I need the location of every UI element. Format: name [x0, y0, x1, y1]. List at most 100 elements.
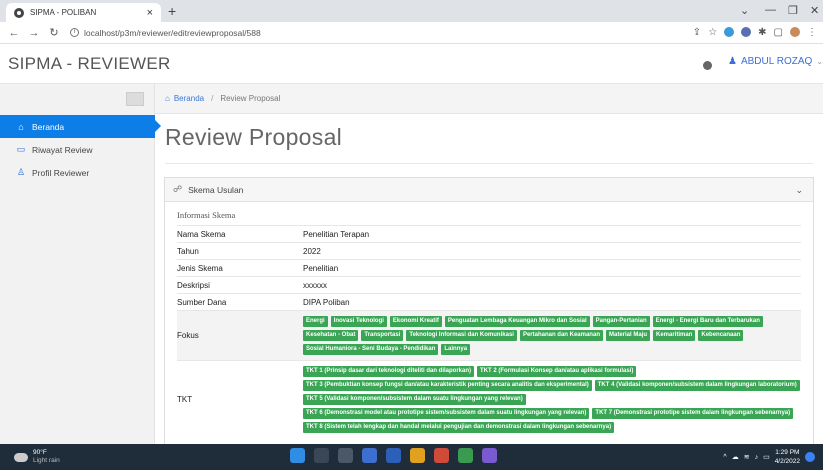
- sidebar-item-profil-reviewer[interactable]: ♙ Profil Reviewer: [0, 161, 155, 184]
- wifi-icon[interactable]: ≋: [744, 453, 750, 461]
- tkt-badge: TKT 4 (Validasi komponen/subsistem dalam…: [594, 380, 800, 391]
- fokus-badge: Ekonomi Kreatif: [389, 316, 442, 327]
- weather-temp: 90°F: [33, 449, 47, 456]
- profile-avatar-icon[interactable]: [790, 27, 800, 37]
- row-value: DIPA Poliban: [303, 293, 801, 311]
- puzzle-icon[interactable]: ✱: [758, 27, 766, 38]
- table-row: Deskripsi xxxxxx: [177, 276, 801, 294]
- row-label: TKT: [177, 360, 303, 438]
- search-icon[interactable]: [314, 448, 329, 463]
- weather-widget[interactable]: 90°F Light rain: [14, 449, 60, 465]
- card-title: Skema Usulan: [188, 184, 244, 195]
- minimize-button[interactable]: —: [765, 4, 776, 16]
- app-icon[interactable]: [434, 448, 449, 463]
- url-field[interactable]: i localhost/p3m/reviewer/editreviewpropo…: [70, 28, 261, 38]
- fokus-badge: Kesehatan - Obat: [303, 330, 359, 341]
- sidebar-item-riwayat-review[interactable]: ▭ Riwayat Review: [0, 138, 155, 161]
- tkt-badge: TKT 1 (Prinsip dasar dari teknologi dite…: [303, 366, 475, 377]
- tkt-badge: TKT 7 (Demonstrasi prototipe sistem dala…: [592, 408, 794, 419]
- task-view-icon[interactable]: [338, 448, 353, 463]
- sidebar-item-label: Beranda: [32, 121, 65, 132]
- back-icon[interactable]: ←: [8, 27, 20, 39]
- chevron-down-icon[interactable]: ⌄: [740, 4, 749, 17]
- card-header[interactable]: ☍ Skema Usulan ⌄: [165, 178, 813, 202]
- browser-tab-strip: SIPMA - POLIBAN × + ⌄ — ❐ ✕: [0, 0, 823, 22]
- fokus-badge: Transportasi: [361, 330, 404, 341]
- fokus-badge: Kebencanaan: [698, 330, 744, 341]
- table-row: Jenis Skema Penelitian: [177, 259, 801, 277]
- url-text: localhost/p3m/reviewer/editreviewproposa…: [84, 27, 261, 38]
- bookmark-star-icon[interactable]: ☆: [708, 27, 717, 38]
- sidebar-item-label: Profil Reviewer: [32, 167, 90, 178]
- windows-start-icon[interactable]: [290, 448, 305, 463]
- new-tab-button[interactable]: +: [168, 3, 176, 19]
- sidepanel-icon[interactable]: ▢: [774, 27, 783, 38]
- reload-icon[interactable]: ↻: [48, 26, 60, 39]
- address-bar: ← → ↻ i localhost/p3m/reviewer/editrevie…: [0, 22, 823, 44]
- user-icon: ♙: [16, 167, 26, 177]
- share-icon[interactable]: ⇪: [693, 27, 701, 38]
- tkt-badge: TKT 3 (Pembuktian konsep fungsi dan/atau…: [303, 380, 592, 391]
- home-icon: ⌂: [165, 94, 170, 103]
- page-title: Review Proposal: [165, 124, 343, 150]
- table-row: Sumber Dana DIPA Poliban: [177, 293, 801, 311]
- tkt-badges: TKT 1 (Prinsip dasar dari teknologi dite…: [303, 361, 801, 438]
- table-row: Fokus Energi Inovasi Teknologi Ekonomi K…: [177, 310, 801, 361]
- sidebar-item-beranda[interactable]: ⌂ Beranda: [0, 115, 161, 138]
- favicon-icon: [14, 7, 24, 18]
- breadcrumb-current: Review Proposal: [220, 94, 281, 103]
- chrome-icon[interactable]: [410, 448, 425, 463]
- skema-table: Nama Skema Penelitian Terapan Tahun 2022…: [177, 225, 801, 438]
- folder-icon: ▭: [16, 144, 26, 154]
- app-icon[interactable]: [482, 448, 497, 463]
- close-window-button[interactable]: ✕: [810, 4, 819, 17]
- home-icon: ⌂: [18, 121, 24, 132]
- taskbar-apps: [290, 448, 497, 463]
- chrome-icon[interactable]: [458, 448, 473, 463]
- extension-icon[interactable]: [724, 27, 735, 37]
- volume-icon[interactable]: ♪: [755, 454, 759, 461]
- table-row: Nama Skema Penelitian Terapan: [177, 225, 801, 243]
- system-tray: ^ ☁ ≋ ♪ ▭ 1:29 PM 4/2/2022: [723, 448, 815, 466]
- fokus-badge: Material Maju: [605, 330, 650, 341]
- row-label: Fokus: [177, 310, 303, 361]
- sitemap-icon: ☍: [173, 184, 183, 194]
- brand-title: SIPMA - REVIEWER: [8, 54, 171, 73]
- fokus-badge: Kemaritiman: [653, 330, 696, 341]
- fokus-badge: Lainnya: [441, 344, 471, 355]
- user-icon: ♟: [728, 56, 737, 67]
- fokus-badge: Inovasi Teknologi: [330, 316, 387, 327]
- clock[interactable]: 1:29 PM 4/2/2022: [775, 448, 800, 466]
- teams-icon[interactable]: [362, 448, 377, 463]
- word-icon[interactable]: [386, 448, 401, 463]
- user-menu[interactable]: ♟ ABDUL ROZAQ ⌄: [728, 56, 823, 67]
- breadcrumb-separator: /: [211, 94, 214, 103]
- sidebar-menu: ⌂ Beranda ▭ Riwayat Review ♙ Profil Revi…: [0, 115, 161, 184]
- battery-icon[interactable]: ▭: [763, 453, 770, 461]
- chevron-down-icon: ⌄: [816, 57, 823, 66]
- notification-icon[interactable]: [703, 61, 712, 70]
- chevron-up-icon[interactable]: ^: [723, 454, 726, 461]
- browser-tab[interactable]: SIPMA - POLIBAN ×: [6, 3, 161, 22]
- app-header: SIPMA - REVIEWER ♟ ABDUL ROZAQ ⌄: [0, 44, 823, 84]
- extension-icon[interactable]: [741, 27, 752, 37]
- fokus-badges: Energi Inovasi Teknologi Ekonomi Kreatif…: [303, 311, 801, 360]
- row-value: TKT 1 (Prinsip dasar dari teknologi dite…: [303, 360, 801, 438]
- onedrive-icon[interactable]: ☁: [732, 453, 739, 461]
- skema-usulan-card: ☍ Skema Usulan ⌄ Informasi Skema Nama Sk…: [164, 177, 814, 445]
- chevron-down-icon[interactable]: ⌄: [795, 185, 803, 196]
- fokus-badge: Energi: [303, 316, 328, 327]
- maximize-button[interactable]: ❐: [788, 4, 798, 17]
- cloud-icon: [14, 452, 28, 462]
- sidebar-toggle-button[interactable]: [126, 92, 144, 106]
- fokus-badge: Energi - Energi Baru dan Terbarukan: [652, 316, 763, 327]
- breadcrumb-home-link[interactable]: Beranda: [174, 94, 204, 103]
- forward-icon[interactable]: →: [28, 27, 40, 39]
- notification-center-icon[interactable]: [805, 452, 815, 462]
- taskbar: 90°F Light rain ^ ☁ ≋ ♪ ▭ 1:29 PM 4/2/20…: [0, 444, 823, 470]
- close-tab-icon[interactable]: ×: [147, 7, 153, 19]
- site-info-icon[interactable]: i: [70, 28, 79, 37]
- menu-dots-icon[interactable]: ⋮: [807, 27, 817, 38]
- extensions-area: ⇪ ☆ ✱ ▢ ⋮: [693, 27, 817, 38]
- fokus-badge: Pertahanan dan Keamanan: [519, 330, 603, 341]
